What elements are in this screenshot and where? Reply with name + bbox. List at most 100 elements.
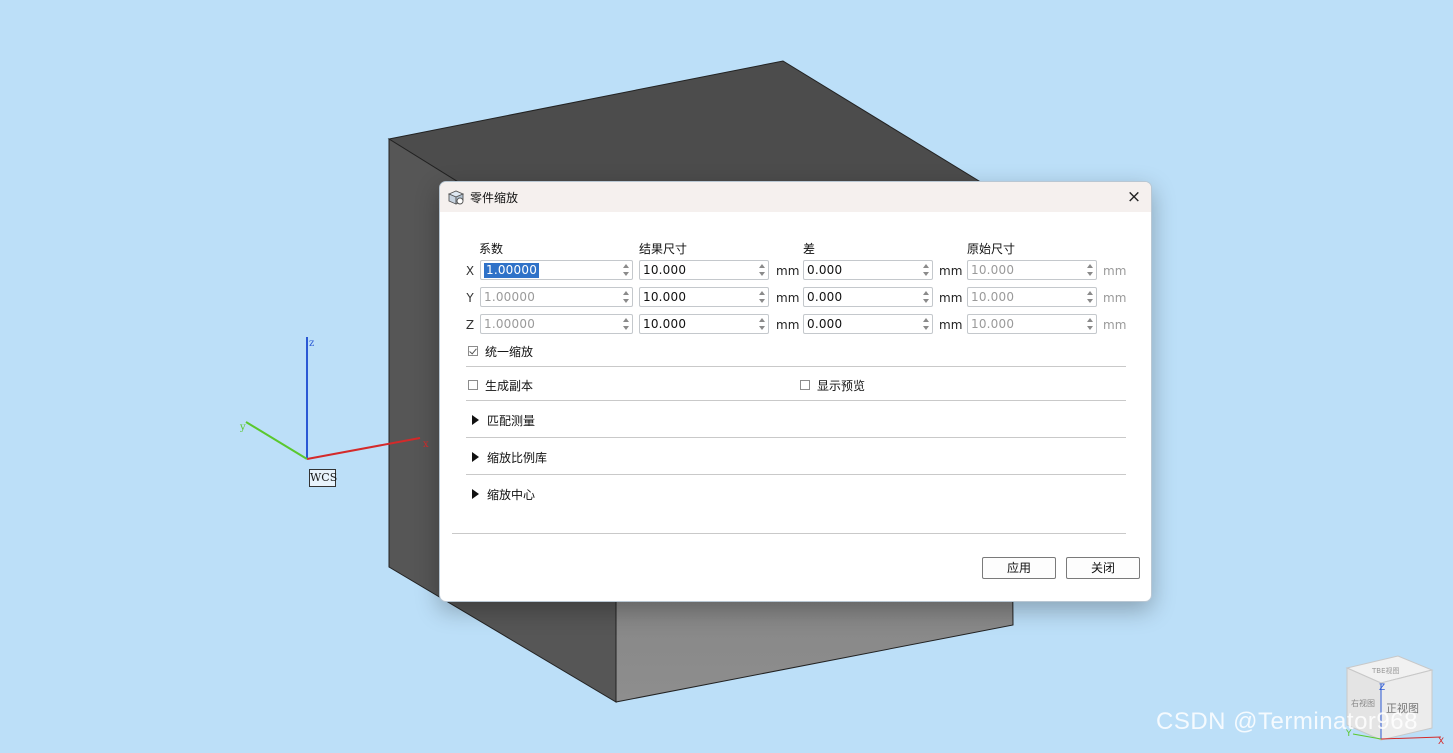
spin-down-icon	[623, 299, 629, 303]
spin-down-icon[interactable]	[759, 299, 765, 303]
separator	[466, 400, 1126, 401]
close-button[interactable]: 关闭	[1066, 557, 1140, 579]
x-diff-value[interactable]: 0.000	[807, 263, 842, 278]
spin-arrows	[1085, 289, 1094, 305]
x-original-value: 10.000	[971, 263, 1015, 277]
spin-arrows[interactable]	[757, 316, 766, 332]
spin-down-icon	[1087, 299, 1093, 303]
spin-arrows[interactable]	[757, 262, 766, 278]
spin-down-icon	[1087, 272, 1093, 276]
spin-up-icon[interactable]	[759, 318, 765, 322]
x-factor-spinbox[interactable]: 1.00000	[480, 260, 633, 280]
spin-down-icon[interactable]	[623, 272, 629, 276]
spin-arrows[interactable]	[621, 262, 630, 278]
z-diff-unit: mm	[939, 318, 963, 332]
z-result-spinbox[interactable]: 10.000	[639, 314, 769, 334]
separator	[466, 437, 1126, 438]
difference-column-header: 差	[803, 242, 816, 256]
spin-arrows	[1085, 316, 1094, 332]
part-scale-icon	[447, 190, 465, 205]
apply-button[interactable]: 应用	[982, 557, 1056, 579]
y-axis-line	[245, 421, 308, 460]
spin-up-icon[interactable]	[923, 318, 929, 322]
uniform-scale-label[interactable]: 统一缩放	[485, 343, 533, 360]
result-size-column-header: 结果尺寸	[639, 242, 688, 256]
row-label-y: Y	[466, 291, 474, 305]
x-result-value[interactable]: 10.000	[643, 263, 686, 278]
z-axis-label: z	[309, 338, 314, 349]
spin-up-icon[interactable]	[759, 291, 765, 295]
spin-down-icon[interactable]	[923, 299, 929, 303]
z-original-unit: mm	[1103, 318, 1127, 332]
y-original-spinbox: 10.000	[967, 287, 1097, 307]
y-result-value[interactable]: 10.000	[643, 290, 686, 305]
view-cube-top-label[interactable]: TBE视图	[1371, 666, 1400, 675]
x-original-spinbox: 10.000	[967, 260, 1097, 280]
spin-down-icon	[1087, 326, 1093, 330]
create-copy-checkbox[interactable]	[468, 380, 478, 390]
original-size-column-header: 原始尺寸	[967, 242, 1016, 256]
spin-up-icon	[1087, 318, 1093, 322]
scale-library-label[interactable]: 缩放比例库	[487, 449, 547, 466]
row-label-x: X	[465, 264, 475, 278]
x-diff-spinbox[interactable]: 0.000	[803, 260, 933, 280]
separator	[466, 366, 1126, 367]
footer-separator	[452, 533, 1126, 534]
x-factor-value[interactable]: 1.00000	[484, 263, 540, 278]
factor-column-header: 系数	[479, 242, 504, 256]
spin-down-icon[interactable]	[923, 272, 929, 276]
spin-arrows[interactable]	[757, 289, 766, 305]
view-cube-x-label: X	[1438, 737, 1444, 747]
expand-arrow-icon[interactable]	[472, 415, 479, 425]
z-diff-value[interactable]: 0.000	[807, 317, 842, 332]
expand-arrow-icon[interactable]	[472, 489, 479, 499]
z-factor-spinbox: 1.00000	[480, 314, 633, 334]
y-result-spinbox[interactable]: 10.000	[639, 287, 769, 307]
expand-arrow-icon[interactable]	[472, 452, 479, 462]
show-preview-label[interactable]: 显示预览	[817, 377, 865, 394]
show-preview-checkbox[interactable]	[800, 380, 810, 390]
view-cube-z-label: Z	[1379, 683, 1385, 693]
scale-center-section[interactable]: 缩放中心	[472, 486, 672, 504]
x-axis-label: x	[423, 439, 429, 450]
dialog-titlebar[interactable]: 零件缩放 ×	[440, 182, 1151, 212]
z-diff-spinbox[interactable]: 0.000	[803, 314, 933, 334]
spin-down-icon[interactable]	[759, 326, 765, 330]
spin-up-icon	[623, 291, 629, 295]
close-icon[interactable]: ×	[1123, 186, 1145, 208]
spin-up-icon[interactable]	[923, 264, 929, 268]
x-result-unit: mm	[776, 264, 800, 278]
x-original-unit: mm	[1103, 264, 1127, 278]
y-axis-label: y	[239, 422, 246, 433]
view-cube-right-label[interactable]: 右视图	[1351, 698, 1375, 708]
spin-up-icon[interactable]	[759, 264, 765, 268]
watermark: CSDN @Terminator968	[1156, 708, 1418, 735]
row-label-z: Z	[465, 318, 475, 332]
separator	[466, 474, 1126, 475]
spin-up-icon	[1087, 291, 1093, 295]
spin-arrows[interactable]	[921, 316, 930, 332]
match-measure-section[interactable]: 匹配测量	[472, 412, 672, 430]
spin-down-icon[interactable]	[759, 272, 765, 276]
z-result-value[interactable]: 10.000	[643, 317, 686, 332]
wcs-label: WCS	[309, 469, 337, 487]
x-result-spinbox[interactable]: 10.000	[639, 260, 769, 280]
uniform-scale-checkbox[interactable]	[468, 346, 478, 356]
x-diff-unit: mm	[939, 264, 963, 278]
part-scale-dialog: 零件缩放 × 系数 结果尺寸 差 原始尺寸 X 1.00000 10.000 m…	[439, 181, 1152, 602]
match-measure-label[interactable]: 匹配测量	[487, 412, 535, 429]
y-diff-value[interactable]: 0.000	[807, 290, 842, 305]
spin-down-icon[interactable]	[923, 326, 929, 330]
spin-arrows	[621, 289, 630, 305]
spin-up-icon[interactable]	[623, 264, 629, 268]
spin-up-icon[interactable]	[923, 291, 929, 295]
scale-library-section[interactable]: 缩放比例库	[472, 449, 672, 467]
create-copy-label[interactable]: 生成副本	[485, 377, 533, 394]
spin-arrows[interactable]	[921, 289, 930, 305]
z-factor-value: 1.00000	[484, 317, 536, 331]
y-diff-spinbox[interactable]: 0.000	[803, 287, 933, 307]
scale-center-label[interactable]: 缩放中心	[487, 486, 535, 503]
spin-arrows	[1085, 262, 1094, 278]
y-original-unit: mm	[1103, 291, 1127, 305]
spin-arrows[interactable]	[921, 262, 930, 278]
